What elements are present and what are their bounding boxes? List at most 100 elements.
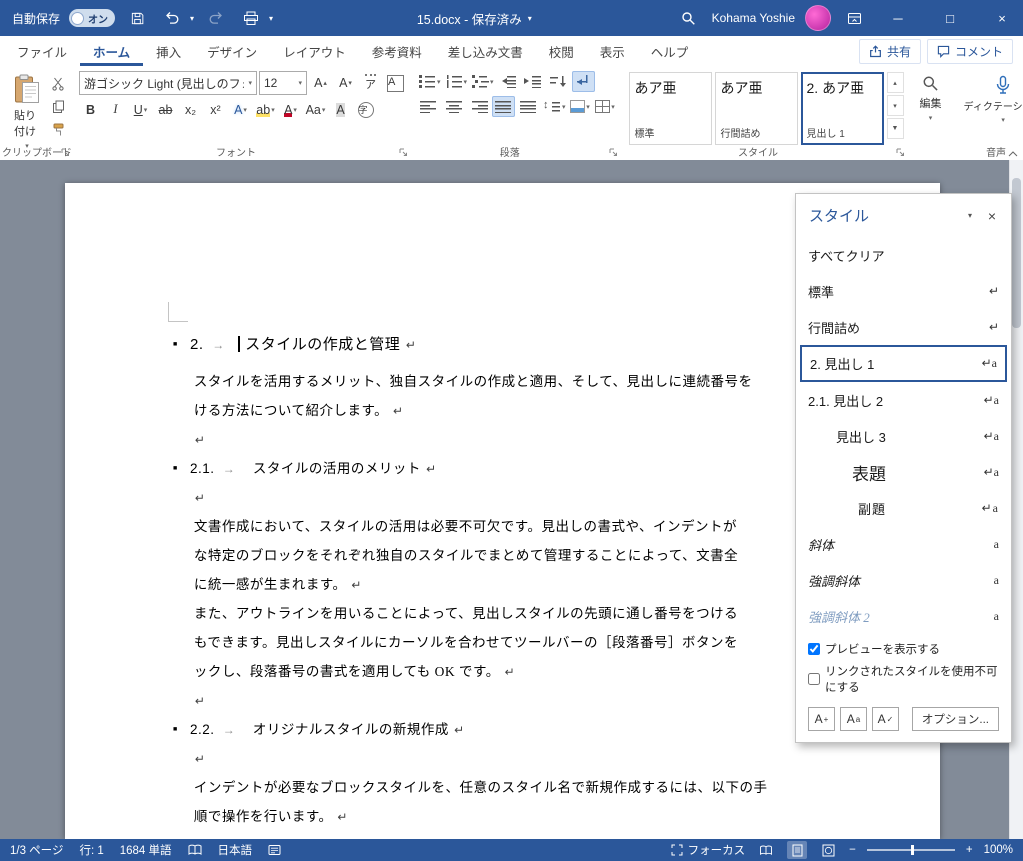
- ribbon-tab[interactable]: 参考資料: [359, 36, 435, 66]
- comments-button[interactable]: コメント: [926, 38, 1013, 64]
- ribbon-tab[interactable]: 校閲: [536, 36, 587, 66]
- font-format-button[interactable]: ab ▾: [254, 99, 277, 120]
- minimize-button[interactable]: ─: [877, 0, 919, 36]
- collapse-ribbon-button[interactable]: [1008, 151, 1018, 157]
- save-button[interactable]: [124, 5, 150, 31]
- cut-button[interactable]: [47, 75, 69, 93]
- paragraph-format-button[interactable]: [517, 96, 540, 117]
- document-line[interactable]: ■ 2.1. → スタイルの活用のメリット ↵: [173, 454, 890, 483]
- word-count[interactable]: 1684 単語: [120, 842, 172, 858]
- document-line[interactable]: ックし、段落番号の書式を適用しても OK です。 ↵: [190, 657, 890, 686]
- paragraph-tool-button[interactable]: ▾: [417, 71, 442, 92]
- font-format-button[interactable]: x²: [204, 99, 227, 120]
- paragraph-dialog-launcher[interactable]: [609, 148, 619, 158]
- font-format-button[interactable]: A ▾: [229, 99, 252, 120]
- autosave-toggle[interactable]: オン: [69, 9, 116, 27]
- font-size-combo[interactable]: 12 ▾: [259, 71, 307, 95]
- font-tool-button[interactable]: A ▴: [309, 73, 332, 94]
- zoom-slider-thumb[interactable]: [910, 845, 914, 855]
- font-dialog-launcher[interactable]: [399, 148, 409, 158]
- show-preview-checkbox[interactable]: [808, 643, 820, 655]
- font-format-button[interactable]: A: [329, 99, 352, 120]
- font-format-button[interactable]: x₂: [179, 99, 202, 120]
- font-format-button[interactable]: I: [104, 99, 127, 120]
- disable-linked-styles-checkbox[interactable]: [808, 673, 820, 685]
- clipboard-dialog-launcher[interactable]: [61, 148, 71, 158]
- style-gallery-item[interactable]: あア亜 行間詰め: [714, 72, 798, 145]
- style-inspector-button[interactable]: Aa: [840, 707, 867, 731]
- style-list-item[interactable]: 強調斜体 a: [796, 562, 1011, 598]
- paragraph-format-button[interactable]: [417, 96, 440, 117]
- font-format-button[interactable]: A ▾: [279, 99, 302, 120]
- ribbon-tab[interactable]: デザイン: [194, 36, 270, 66]
- ime-status-icon[interactable]: [268, 844, 281, 856]
- ribbon-tab[interactable]: ヘルプ: [638, 36, 702, 66]
- new-style-button[interactable]: A +: [808, 707, 835, 731]
- undo-dropdown-icon[interactable]: ▾: [190, 14, 194, 23]
- ribbon-tab[interactable]: レイアウト: [270, 36, 359, 66]
- paragraph-format-button[interactable]: [467, 96, 490, 117]
- editing-button[interactable]: 編集 ▾: [914, 69, 948, 122]
- share-button[interactable]: 共有: [858, 38, 921, 64]
- style-options-button[interactable]: オプション...: [911, 707, 999, 731]
- document-line[interactable]: インデントが必要なブロックスタイルを、任意のスタイル名で新規作成するには、以下の…: [190, 773, 890, 802]
- scrollbar-thumb[interactable]: [1012, 178, 1021, 328]
- gallery-scroll-down-button[interactable]: ▾: [886, 95, 904, 116]
- style-list-item[interactable]: 2.1. 見出し 2 ↵a: [796, 382, 1011, 418]
- paragraph-tool-button[interactable]: [547, 71, 570, 92]
- user-avatar[interactable]: [805, 5, 831, 31]
- font-format-button[interactable]: 字: [354, 99, 377, 120]
- gallery-scroll-up-button[interactable]: ▴: [886, 72, 904, 93]
- page-indicator[interactable]: 1/3 ページ: [10, 842, 63, 858]
- disable-linked-styles-option[interactable]: リンクされたスタイルを使用不可にする: [796, 660, 1011, 698]
- proofing-icon[interactable]: [188, 844, 202, 856]
- font-tool-button[interactable]: A: [384, 73, 407, 94]
- user-name[interactable]: Kohama Yoshie: [712, 11, 795, 25]
- line-indicator[interactable]: 行: 1: [79, 842, 103, 858]
- styles-pane-menu-button[interactable]: ▾: [961, 211, 979, 220]
- web-layout-button[interactable]: [818, 841, 838, 859]
- paragraph-format-button[interactable]: [492, 96, 515, 117]
- style-list-item[interactable]: すべてクリア: [796, 237, 1011, 273]
- style-list-item[interactable]: 副題 ↵a: [796, 490, 1011, 526]
- paragraph-format-button[interactable]: ▾: [594, 96, 617, 117]
- format-painter-button[interactable]: [47, 121, 69, 139]
- undo-button[interactable]: [159, 5, 185, 31]
- document-line[interactable]: ■ 2. → スタイルの作成と管理 ↵: [173, 330, 890, 359]
- style-list-item[interactable]: 2. 見出し 1 ↵a: [800, 345, 1007, 382]
- font-tool-button[interactable]: A ▾: [334, 73, 357, 94]
- style-gallery-item[interactable]: あア亜 標準: [628, 72, 712, 145]
- paragraph-tool-button[interactable]: ▾: [470, 71, 495, 92]
- paste-button[interactable]: 貼り付け ▾: [7, 69, 47, 150]
- document-line[interactable]: ■ 2.2. → オリジナルスタイルの新規作成 ↵: [173, 715, 890, 744]
- ribbon-tab[interactable]: 挿入: [143, 36, 194, 66]
- document-line[interactable]: ↵: [190, 686, 890, 715]
- font-format-button[interactable]: ab: [154, 99, 177, 120]
- document-line[interactable]: ↵: [190, 744, 890, 773]
- zoom-slider[interactable]: [866, 845, 955, 855]
- language-indicator[interactable]: 日本語: [218, 842, 253, 858]
- ribbon-tab[interactable]: 表示: [587, 36, 638, 66]
- focus-mode-button[interactable]: フォーカス: [671, 842, 745, 858]
- zoom-in-button[interactable]: +: [966, 844, 973, 856]
- document-title[interactable]: 15.docx - 保存済み: [417, 9, 522, 28]
- zoom-level[interactable]: 100%: [984, 844, 1013, 856]
- paragraph-format-button[interactable]: ▾: [542, 96, 567, 117]
- document-line[interactable]: スタイルを活用するメリット、独自スタイルの作成と適用、そして、見出しに連続番号を: [190, 367, 890, 396]
- close-button[interactable]: ×: [981, 0, 1023, 36]
- font-tool-button[interactable]: ア: [359, 73, 382, 94]
- style-list-item[interactable]: 強調斜体 2 a: [796, 598, 1011, 634]
- document-line[interactable]: ↵: [190, 831, 890, 839]
- title-dropdown-icon[interactable]: ▾: [528, 14, 532, 23]
- document-line[interactable]: ける方法について紹介します。 ↵: [190, 396, 890, 425]
- document-line[interactable]: ↵: [190, 483, 890, 512]
- font-format-button[interactable]: Aa ▾: [304, 99, 327, 120]
- style-list-item[interactable]: 見出し 3 ↵a: [796, 418, 1011, 454]
- print-layout-button[interactable]: [787, 841, 808, 859]
- redo-button[interactable]: [203, 5, 229, 31]
- style-list-item[interactable]: 標準 ↵: [796, 273, 1011, 309]
- document-line[interactable]: 文書作成において、スタイルの活用は必要不可欠です。見出しの書式や、インデントが: [190, 512, 890, 541]
- gallery-expand-button[interactable]: ▼: [886, 118, 904, 139]
- document-line[interactable]: な特定のブロックをそれぞれ独自のスタイルでまとめて管理することによって、文書全: [190, 541, 890, 570]
- read-mode-button[interactable]: [756, 841, 776, 859]
